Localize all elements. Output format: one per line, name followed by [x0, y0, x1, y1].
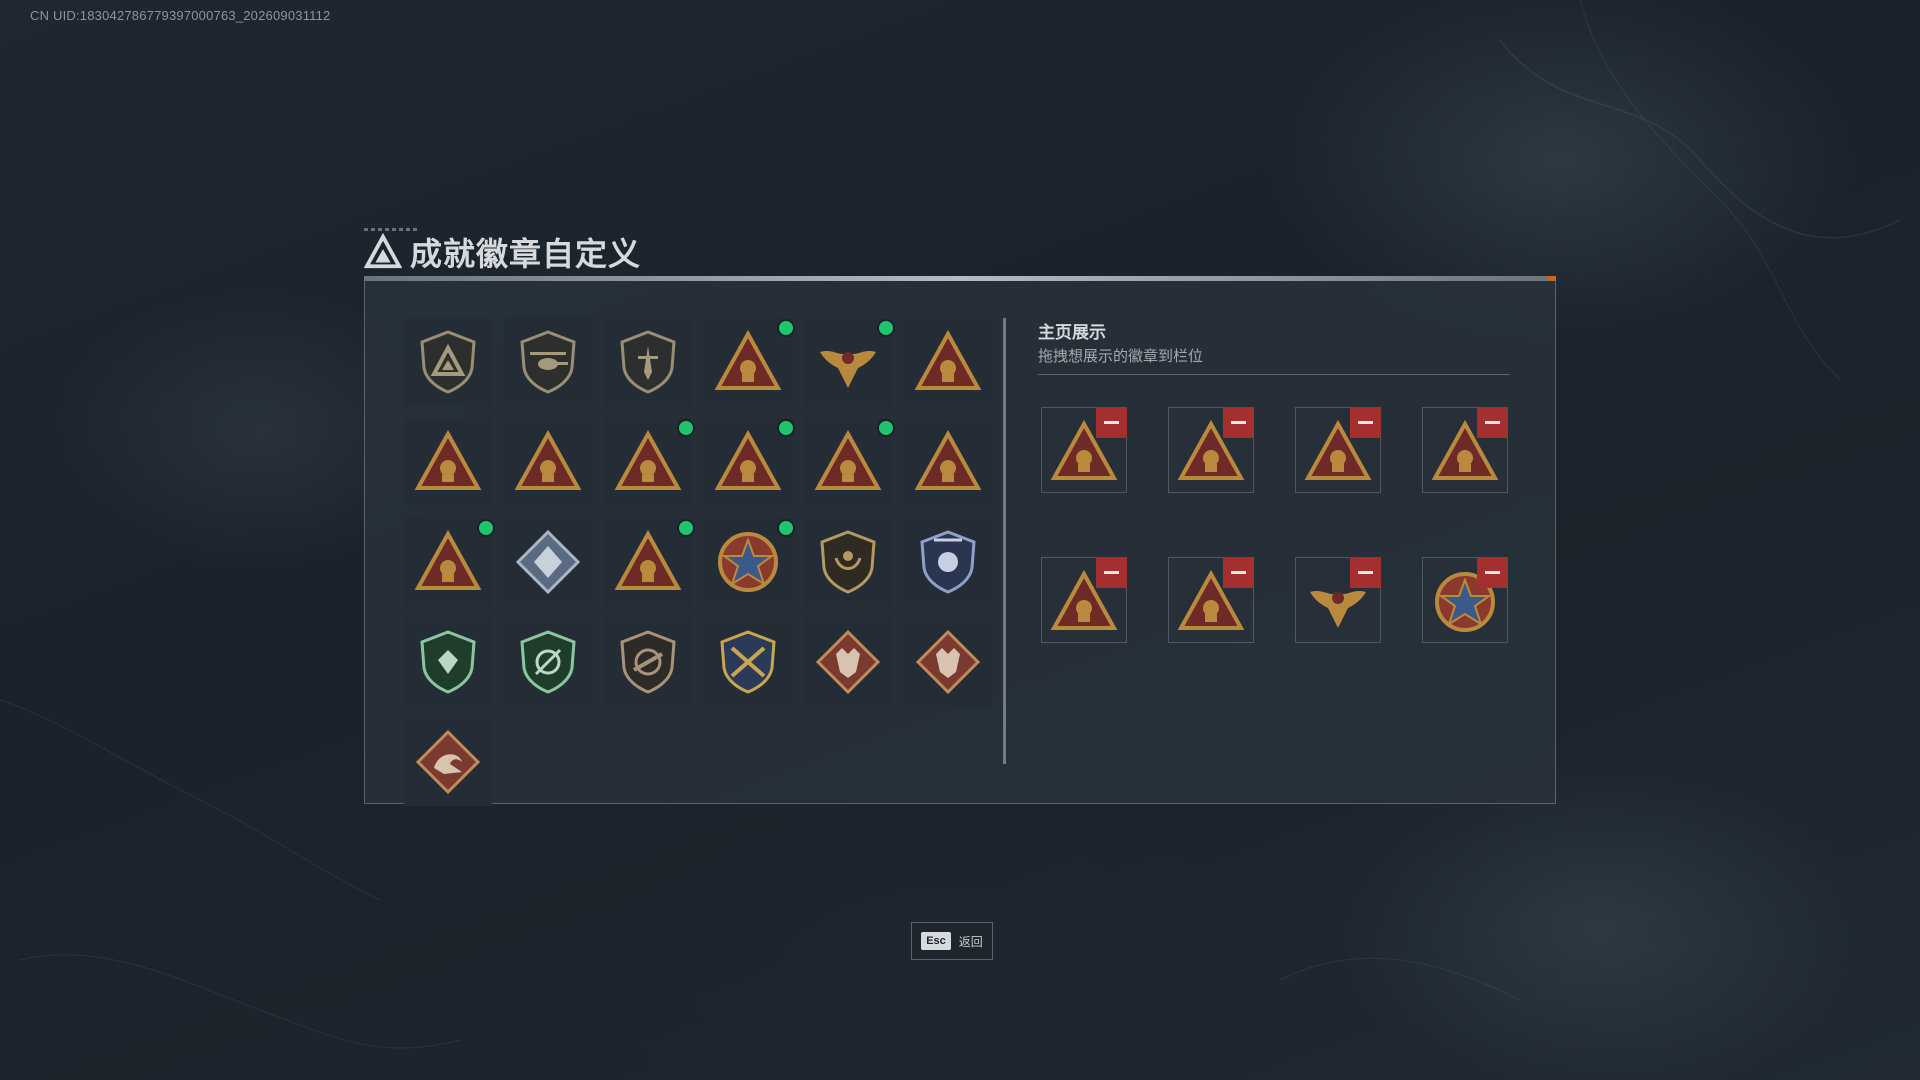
showcase-subtitle: 拖拽想展示的徽章到栏位 [1038, 348, 1204, 365]
badge-slot[interactable] [504, 418, 592, 506]
badge-slot[interactable] [704, 418, 793, 506]
back-label: 返回 [958, 934, 983, 949]
crosshair-green-shield-badge-icon [520, 630, 576, 694]
new-indicator-dot [879, 421, 893, 435]
showcase-slot[interactable] [1041, 407, 1127, 493]
wolf-diamond-badge-icon [815, 629, 881, 695]
badge-slot[interactable] [404, 618, 492, 706]
badge-slot[interactable] [604, 318, 692, 406]
new-indicator-dot [779, 421, 793, 435]
panel-top-bar [364, 276, 1556, 281]
new-indicator-dot [879, 321, 893, 335]
squad-triangle-badge-icon [914, 429, 982, 490]
nest-triangle-badge-icon [414, 429, 482, 490]
badge-slot[interactable] [804, 618, 892, 706]
crossed-rifles-gold-badge-icon [720, 630, 776, 694]
showcase-slot[interactable] [1168, 557, 1254, 643]
showcase-slot[interactable] [1295, 407, 1381, 493]
dragon-diamond-badge-icon [415, 729, 481, 795]
remove-badge-button[interactable] [1223, 407, 1254, 438]
showcase-slot[interactable] [1041, 557, 1127, 643]
new-indicator-dot [779, 321, 793, 335]
badge-slot[interactable] [704, 518, 793, 606]
grid-scrollbar-thumb[interactable] [1003, 318, 1006, 764]
hand-gesture-triangle-badge-icon [914, 329, 982, 390]
supply-box-triangle-badge-icon [614, 429, 682, 490]
badge-slot[interactable] [404, 518, 493, 606]
delta-triangle-shield-badge-icon [420, 330, 476, 394]
soldier-triangle-badge-icon [714, 429, 782, 490]
badge-slot[interactable] [804, 318, 893, 406]
page-title: 成就徽章自定义 [410, 236, 642, 272]
remove-badge-button[interactable] [1096, 407, 1127, 438]
badge-slot[interactable] [604, 418, 693, 506]
back-button[interactable]: Esc 返回 [911, 922, 993, 960]
badge-slot[interactable] [904, 418, 992, 506]
remove-badge-button[interactable] [1350, 557, 1381, 588]
badge-slot[interactable] [604, 618, 692, 706]
delta-logo-icon [364, 233, 402, 269]
showcase-slot[interactable] [1422, 557, 1508, 643]
player-uid: CN UID:183042786779397000763_20260903111… [30, 8, 331, 23]
showcase-title: 主页展示 [1038, 323, 1106, 342]
wolf-red-diamond-badge-icon [915, 629, 981, 695]
badge-slot[interactable] [804, 418, 893, 506]
showcase-slot[interactable] [1422, 407, 1508, 493]
showcase-slot[interactable] [1295, 557, 1381, 643]
showcase-divider [1038, 374, 1510, 375]
badge-slot[interactable] [804, 518, 892, 606]
badge-slot[interactable] [404, 718, 492, 806]
badge-slot[interactable] [904, 618, 992, 706]
badge-slot[interactable] [904, 518, 992, 606]
showcase-slot[interactable] [1168, 407, 1254, 493]
badge-slot[interactable] [904, 318, 992, 406]
remove-badge-button[interactable] [1350, 407, 1381, 438]
new-indicator-dot [679, 521, 693, 535]
new-indicator-dot [779, 521, 793, 535]
page-header: 成就徽章自定义 [364, 230, 641, 274]
badge-slot[interactable] [504, 518, 592, 606]
remove-badge-button[interactable] [1223, 557, 1254, 588]
dagger-shield-badge-icon [620, 330, 676, 394]
crystal-diamond-badge-icon [515, 529, 581, 595]
badge-slot[interactable] [404, 418, 492, 506]
police-blue-shield-badge-icon [920, 530, 976, 594]
new-indicator-dot [479, 521, 493, 535]
badge-slot[interactable] [704, 318, 793, 406]
remove-badge-button[interactable] [1096, 557, 1127, 588]
helicopter-shield-badge-icon [520, 330, 576, 394]
drone-x-triangle-badge-icon [714, 329, 782, 390]
number-one-triangle-badge-icon [514, 429, 582, 490]
green-gem-shield-badge-icon [420, 630, 476, 694]
wreath-shield-badge-icon [820, 530, 876, 594]
star-medal-badge-icon [718, 532, 778, 592]
badge-slot[interactable] [504, 618, 592, 706]
esc-key-hint: Esc [921, 932, 951, 950]
badge-slot[interactable] [504, 318, 592, 406]
rocket-triangle-badge-icon [414, 529, 482, 590]
badge-slot[interactable] [604, 518, 693, 606]
gunner-triangle-badge-icon [614, 529, 682, 590]
new-indicator-dot [679, 421, 693, 435]
remove-badge-button[interactable] [1477, 557, 1508, 588]
badge-slot[interactable] [704, 618, 792, 706]
badge-slot[interactable] [404, 318, 492, 406]
remove-badge-button[interactable] [1477, 407, 1508, 438]
rifle-shield-badge-icon [620, 630, 676, 694]
eagle-emblem-badge-icon [820, 351, 876, 388]
wolf-triangle-badge-icon [814, 429, 882, 490]
